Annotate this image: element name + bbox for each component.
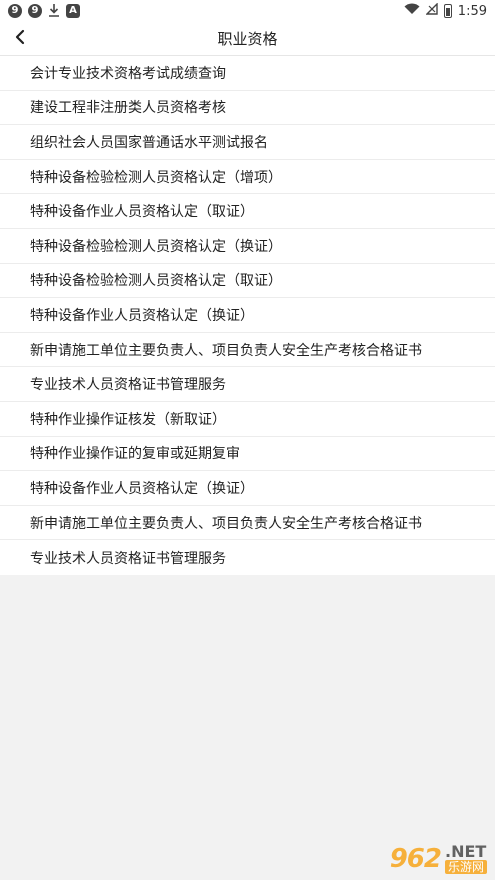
signal-icon [425,2,438,19]
list-item[interactable]: 特种设备作业人员资格认定（取证） [0,194,495,229]
watermark-logo: 962 [389,844,442,874]
back-button[interactable] [8,27,32,51]
list-item[interactable]: 新申请施工单位主要负责人、项目负责人安全生产考核合格证书 [0,333,495,368]
chevron-left-icon [13,29,27,49]
list-item[interactable]: 建设工程非注册类人员资格考核 [0,91,495,126]
page-title: 职业资格 [217,30,278,48]
list-item[interactable]: 特种作业操作证核发（新取证） [0,402,495,437]
list-item[interactable]: 新申请施工单位主要负责人、项目负责人安全生产考核合格证书 [0,506,495,541]
list-item[interactable]: 特种设备检验检测人员资格认定（取证） [0,264,495,299]
wifi-icon [404,3,420,19]
a-badge-icon: A [66,4,80,18]
status-right: 1:59 [404,2,487,19]
list-item[interactable]: 特种设备作业人员资格认定（换证） [0,298,495,333]
download-icon [48,3,60,20]
status-bar: 9 9 A 1:59 [0,0,495,22]
notification-badge-2: 9 [28,4,42,18]
list-item[interactable]: 会计专业技术资格考试成绩查询 [0,56,495,91]
status-left: 9 9 A [8,3,80,20]
site-watermark: 962 .NET 乐游网 [390,844,487,874]
list-item[interactable]: 特种设备作业人员资格认定（换证） [0,471,495,506]
app-header: 职业资格 [0,22,495,56]
battery-icon [443,4,452,18]
list-item[interactable]: 专业技术人员资格证书管理服务 [0,540,495,575]
list-item[interactable]: 组织社会人员国家普通话水平测试报名 [0,125,495,160]
watermark-text: .NET 乐游网 [444,842,487,874]
status-time: 1:59 [457,3,487,19]
list-item[interactable]: 特种作业操作证的复审或延期复审 [0,437,495,472]
notification-badge-1: 9 [8,4,22,18]
list-item[interactable]: 特种设备检验检测人员资格认定（增项） [0,160,495,195]
list-item[interactable]: 特种设备检验检测人员资格认定（换证） [0,229,495,264]
qualification-list: 会计专业技术资格考试成绩查询 建设工程非注册类人员资格考核 组织社会人员国家普通… [0,56,495,575]
watermark-net: .NET [444,842,487,861]
watermark-cn: 乐游网 [444,860,487,874]
list-item[interactable]: 专业技术人员资格证书管理服务 [0,367,495,402]
